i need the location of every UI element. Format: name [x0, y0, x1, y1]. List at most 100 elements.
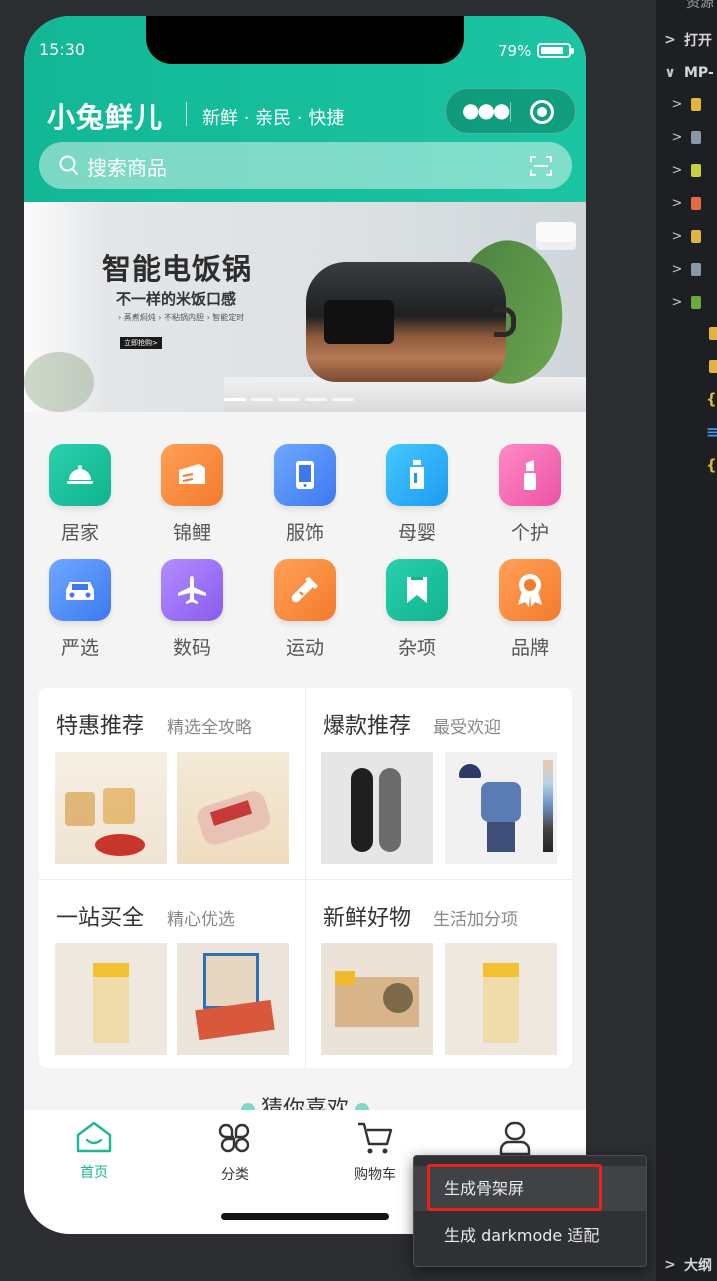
- banner-carousel[interactable]: 智能电饭锅 不一样的米饭口感 › 蒸煮焖炖 › 不粘锅内胆 › 智能定时 立即抢…: [24, 202, 586, 412]
- recommend-cell[interactable]: 爆款推荐 最受欢迎: [306, 688, 572, 878]
- folder-row[interactable]: >: [656, 154, 717, 187]
- folder-icon: [691, 197, 701, 210]
- tab-home[interactable]: 首页: [24, 1120, 164, 1182]
- open-editors-label: 打开: [684, 33, 712, 49]
- json-file-icon[interactable]: [709, 360, 717, 373]
- recommend-title: 特惠推荐: [56, 714, 145, 739]
- recommend-title: 新鲜好物: [323, 906, 412, 931]
- category-item[interactable]: 居家: [30, 444, 130, 545]
- dish-cover-icon: [67, 465, 93, 484]
- folder-row[interactable]: >: [656, 187, 717, 220]
- chevron-right-icon: >: [671, 97, 683, 112]
- js-file-icon[interactable]: [709, 327, 717, 340]
- explorer-title: 资源: [686, 0, 714, 11]
- more-dots-icon[interactable]: ●●●: [462, 100, 510, 121]
- json-file-icon[interactable]: {: [706, 456, 717, 474]
- chevron-right-icon: >: [671, 262, 683, 277]
- scan-icon[interactable]: [529, 154, 553, 178]
- folder-row[interactable]: >: [656, 121, 717, 154]
- app-header: 15:30 79% 小兔鲜儿 新鲜 · 亲民 · 快捷 ●●● 搜索商品: [24, 16, 586, 202]
- folder-icon: [691, 164, 701, 177]
- open-editors-section[interactable]: > 打开: [656, 24, 717, 56]
- category-item[interactable]: 服饰: [255, 444, 355, 545]
- category-item[interactable]: 杂项: [367, 559, 467, 660]
- chevron-right-icon: >: [671, 229, 683, 244]
- product-image[interactable]: [177, 943, 289, 1055]
- recommend-subtitle: 精选全攻略: [167, 718, 252, 738]
- search-bar[interactable]: 搜索商品: [39, 142, 572, 189]
- chevron-right-icon: >: [671, 295, 683, 310]
- plane-icon: [178, 576, 206, 604]
- car-icon: [66, 582, 94, 600]
- phone-simulator: 15:30 79% 小兔鲜儿 新鲜 · 亲民 · 快捷 ●●● 搜索商品 智能电…: [24, 16, 586, 1234]
- chevron-right-icon: >: [671, 163, 683, 178]
- project-label: MP-: [684, 65, 714, 81]
- folder-icon: [691, 263, 701, 276]
- chevron-down-icon: ∨: [664, 65, 676, 81]
- folder-icon: [691, 296, 701, 309]
- carousel-indicators: [224, 398, 354, 401]
- slogan: 新鲜 · 亲民 · 快捷: [202, 108, 345, 129]
- phone-icon: [296, 461, 314, 489]
- home-icon: [76, 1121, 112, 1153]
- divider: [186, 102, 187, 126]
- recommend-title: 一站买全: [56, 906, 145, 931]
- outline-section[interactable]: > 大纲: [656, 1249, 717, 1281]
- tab-category[interactable]: 分类: [165, 1120, 305, 1184]
- editor-sidebar: 资源 > 打开 ∨ MP- > > > > > > > { ≡ { > 大纲: [655, 0, 717, 1281]
- product-image[interactable]: [55, 943, 167, 1055]
- target-icon[interactable]: [530, 100, 554, 124]
- search-placeholder: 搜索商品: [87, 156, 167, 180]
- banner-cta[interactable]: 立即抢购>: [120, 337, 162, 349]
- category-item[interactable]: 数码: [142, 559, 242, 660]
- chevron-right-icon: >: [671, 196, 683, 211]
- home-indicator: [221, 1213, 389, 1220]
- recommend-cell[interactable]: 特惠推荐 精选全攻略: [39, 688, 305, 878]
- battery-percent: 79%: [498, 42, 532, 60]
- miniprogram-capsule: ●●●: [445, 88, 576, 134]
- brand-logo: 小兔鲜儿: [47, 101, 164, 134]
- banner-features: › 蒸煮焖炖 › 不粘锅内胆 › 智能定时: [118, 313, 245, 322]
- folder-row[interactable]: >: [656, 286, 717, 319]
- user-icon: [499, 1121, 531, 1156]
- category-item[interactable]: 个护: [480, 444, 580, 545]
- banner-title: 智能电饭锅: [102, 252, 253, 286]
- product-image[interactable]: [445, 752, 557, 864]
- outline-label: 大纲: [684, 1258, 712, 1274]
- product-image[interactable]: [321, 752, 433, 864]
- recommend-cell[interactable]: 一站买全 精心优选: [39, 880, 305, 1070]
- chevron-right-icon: >: [664, 32, 676, 48]
- folder-icon: [691, 98, 701, 111]
- folder-row[interactable]: >: [656, 253, 717, 286]
- product-image[interactable]: [445, 943, 557, 1055]
- product-image[interactable]: [321, 943, 433, 1055]
- status-time: 15:30: [39, 40, 86, 59]
- banner-subtitle: 不一样的米饭口感: [116, 290, 237, 308]
- menu-item-darkmode[interactable]: 生成 darkmode 适配: [414, 1213, 646, 1258]
- folder-icon: [691, 131, 701, 144]
- recommend-cell[interactable]: 新鲜好物 生活加分项: [306, 880, 572, 1070]
- recommend-subtitle: 生活加分项: [433, 910, 518, 930]
- recommend-subtitle: 精心优选: [167, 910, 235, 930]
- category-item[interactable]: 锦鲤: [142, 444, 242, 545]
- project-section[interactable]: ∨ MP-: [656, 57, 717, 89]
- notch: [146, 16, 464, 64]
- product-image[interactable]: [177, 752, 289, 864]
- category-item[interactable]: 严选: [30, 559, 130, 660]
- css-file-icon[interactable]: ≡: [706, 423, 717, 441]
- highlight-box: [427, 1164, 602, 1211]
- search-icon: [59, 155, 78, 175]
- recommend-subtitle: 最受欢迎: [433, 718, 501, 738]
- chevron-right-icon: >: [664, 1257, 676, 1273]
- json-file-icon[interactable]: {: [706, 390, 717, 408]
- category-item[interactable]: 运动: [255, 559, 355, 660]
- folder-row[interactable]: >: [656, 88, 717, 121]
- category-icon: [218, 1123, 250, 1153]
- product-image[interactable]: [55, 752, 167, 864]
- feeding-bottle-icon: [291, 577, 318, 603]
- recommend-title: 爆款推荐: [323, 714, 412, 739]
- category-item[interactable]: 母婴: [367, 444, 467, 545]
- folder-row[interactable]: >: [656, 220, 717, 253]
- category-item[interactable]: 品牌: [480, 559, 580, 660]
- lipstick-icon: [524, 460, 536, 490]
